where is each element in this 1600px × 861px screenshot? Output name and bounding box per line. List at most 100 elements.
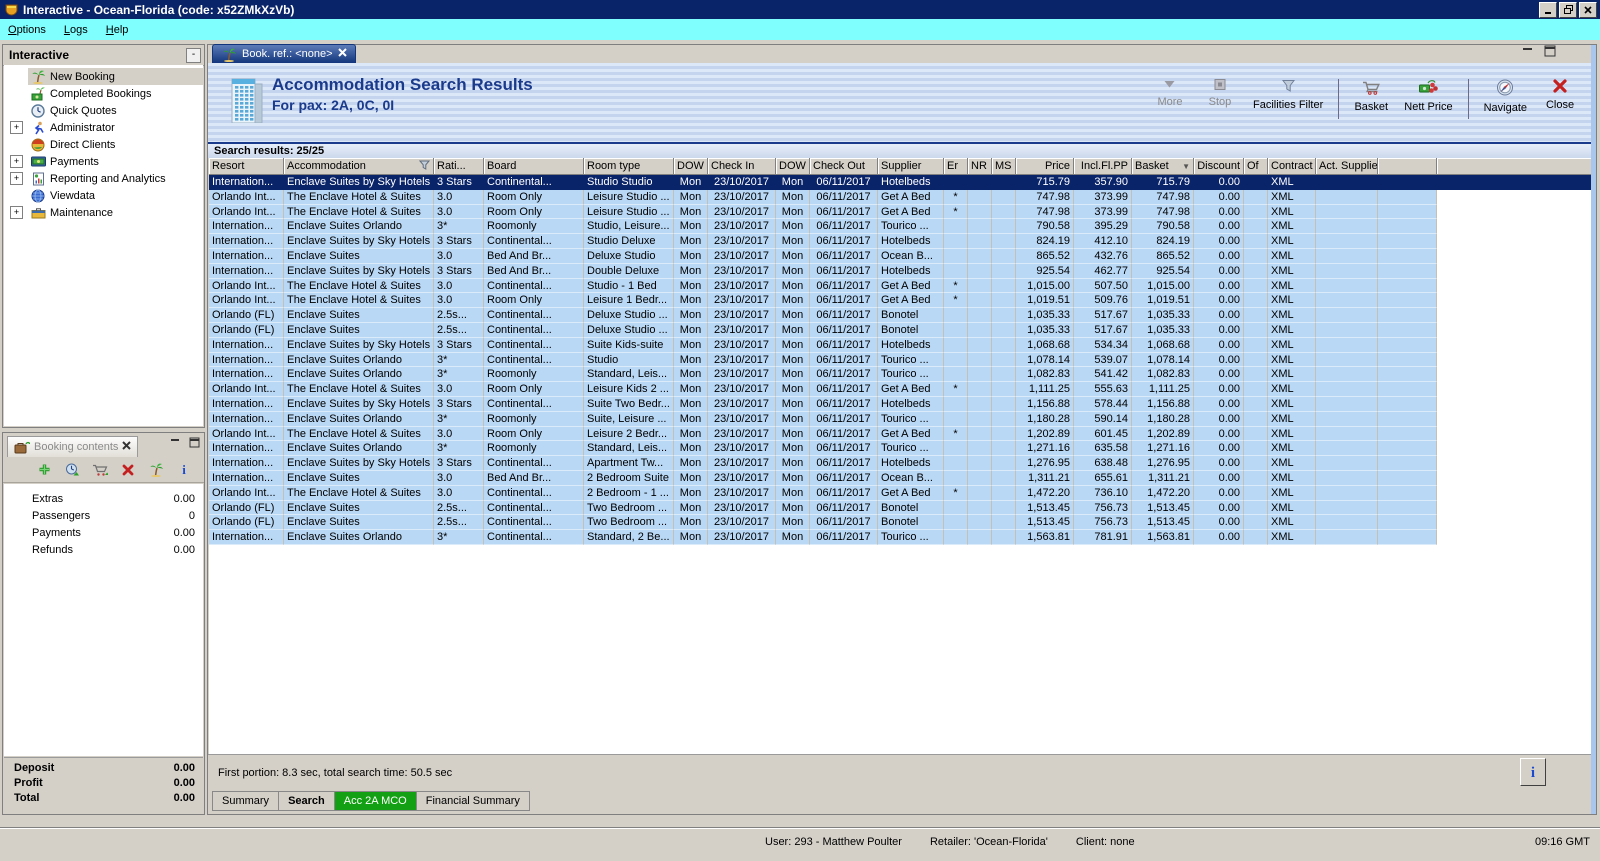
column-header-dow[interactable]: DOW (776, 158, 810, 175)
table-row[interactable]: Internation... Enclave Suites Orlando 3* Ro… (209, 367, 1592, 383)
tab-search[interactable]: Search (279, 791, 335, 811)
cell (1244, 456, 1268, 471)
sidebar-item-reporting-and-analytics[interactable]: + Reporting and Analytics (4, 170, 203, 187)
sidebar-item-quick-quotes[interactable]: Quick Quotes (4, 102, 203, 119)
table-row[interactable]: Orlando Int... The Enclave Hotel & Suites… (209, 426, 1592, 442)
table-row[interactable]: Internation... Enclave Suites by Sky Hote… (209, 337, 1592, 353)
close-button[interactable]: Close (1538, 77, 1582, 113)
basket-transfer-icon[interactable] (92, 462, 108, 477)
table-row[interactable]: Internation... Enclave Suites Orlando 3* Ro… (209, 219, 1592, 235)
expand-icon[interactable]: + (10, 206, 23, 219)
column-header-act-supplier[interactable]: Act. Supplier (1316, 158, 1378, 175)
tab-financial-summary[interactable]: Financial Summary (416, 791, 530, 811)
expand-icon[interactable]: + (10, 155, 23, 168)
tab-booking-contents[interactable]: Booking contents (7, 436, 139, 457)
refresh-icon[interactable] (64, 462, 80, 477)
minimize-icon[interactable] (1539, 1, 1557, 18)
column-header-basket[interactable]: Basket ▼ (1132, 158, 1194, 175)
sidebar-item-direct-clients[interactable]: Direct Clients (4, 136, 203, 153)
table-row[interactable]: Orlando Int... The Enclave Hotel & Suites… (209, 189, 1592, 205)
expand-icon[interactable]: + (10, 172, 23, 185)
column-header-dow[interactable]: DOW (674, 158, 708, 175)
delete-x-icon[interactable] (120, 462, 136, 477)
close-icon[interactable] (1579, 1, 1597, 18)
menu-item-logs[interactable]: Logs (64, 24, 88, 36)
panel-minimize-icon[interactable] (1522, 45, 1534, 60)
table-row[interactable]: Internation... Enclave Suites by Sky Hote… (209, 456, 1592, 471)
table-row[interactable]: Internation... Enclave Suites 3.0 Bed And B… (209, 470, 1592, 486)
close-tab-icon[interactable] (337, 48, 347, 60)
column-header-of[interactable]: Of (1244, 158, 1268, 175)
sidebar-item-maintenance[interactable]: + Maintenance (4, 204, 203, 221)
column-header-incl-fl-pp[interactable]: Incl.Fl.PP (1074, 158, 1132, 175)
info-button[interactable]: i (1520, 758, 1546, 786)
cell: The Enclave Hotel & Suites (284, 293, 434, 309)
cell (992, 500, 1016, 516)
cell: Internation... (209, 234, 284, 249)
table-row[interactable]: Internation... Enclave Suites Orlando 3* Co… (209, 530, 1592, 545)
table-row[interactable]: Orlando Int... The Enclave Hotel & Suites… (209, 485, 1592, 501)
column-header-supplier[interactable]: Supplier (878, 158, 944, 175)
column-header-contract[interactable]: Contract (1268, 158, 1316, 175)
tab-book-ref[interactable]: Book. ref.: <none> (212, 44, 356, 63)
column-header-price[interactable]: Price (1016, 158, 1074, 175)
panel-maximize-icon[interactable] (1544, 45, 1556, 60)
column-header-er[interactable]: Er (944, 158, 968, 175)
table-row[interactable]: Orlando Int... The Enclave Hotel & Suites… (209, 204, 1592, 220)
column-header-ms[interactable]: MS (992, 158, 1016, 175)
cell: 2.5s... (434, 322, 484, 338)
column-header-nr[interactable]: NR (968, 158, 992, 175)
table-row[interactable]: Internation... Enclave Suites Orlando 3* Ro… (209, 411, 1592, 427)
menu-item-options[interactable]: Options (8, 24, 46, 36)
panel-maximize-icon[interactable] (189, 437, 200, 451)
expand-icon[interactable]: + (10, 121, 23, 134)
table-row[interactable]: Internation... Enclave Suites 3.0 Bed And B… (209, 248, 1592, 264)
table-row[interactable]: Orlando Int... The Enclave Hotel & Suites… (209, 278, 1592, 294)
nett-price-button[interactable]: Nett Price (1399, 77, 1457, 115)
table-row[interactable]: Internation... Enclave Suites by Sky Hote… (209, 263, 1592, 279)
table-row[interactable]: Orlando (FL) Enclave Suites 2.5s... Contine… (209, 322, 1592, 338)
facilities-filter-button[interactable]: Facilities Filter (1248, 77, 1328, 113)
table-row[interactable]: Internation... Enclave Suites by Sky Hote… (209, 234, 1592, 249)
table-row[interactable]: Internation... Enclave Suites Orlando 3* Ro… (209, 441, 1592, 457)
row-filler (1437, 219, 1592, 235)
table-row[interactable]: Orlando Int... The Enclave Hotel & Suites… (209, 293, 1592, 309)
table-row[interactable]: Orlando (FL) Enclave Suites 2.5s... Contine… (209, 308, 1592, 323)
table-row[interactable]: Internation... Enclave Suites Orlando 3* Co… (209, 352, 1592, 368)
cell (992, 470, 1016, 486)
collapse-panel-icon[interactable]: - (186, 47, 201, 63)
column-header-check-out[interactable]: Check Out (810, 158, 878, 175)
table-row[interactable]: Internation... Enclave Suites by Sky Hote… (209, 175, 1592, 190)
sidebar-item-completed-bookings[interactable]: Completed Bookings (4, 85, 203, 102)
column-header-accommodation[interactable]: Accommodation (284, 158, 434, 175)
table-row[interactable]: Internation... Enclave Suites by Sky Hote… (209, 396, 1592, 412)
table-row[interactable]: Orlando Int... The Enclave Hotel & Suites… (209, 382, 1592, 397)
column-header-check-in[interactable]: Check In (708, 158, 776, 175)
filter-funnel-icon[interactable] (418, 160, 431, 173)
basket-button[interactable]: Basket (1349, 77, 1393, 115)
tab-acc-2a-mco[interactable]: Acc 2A MCO (334, 791, 417, 811)
sidebar-item-new-booking[interactable]: New Booking (4, 68, 203, 85)
plus-icon[interactable] (36, 462, 52, 477)
panel-minimize-icon[interactable] (170, 437, 181, 451)
table-row[interactable]: Orlando (FL) Enclave Suites 2.5s... Contine… (209, 500, 1592, 516)
column-header-board[interactable]: Board (484, 158, 584, 175)
sidebar-item-administrator[interactable]: + Administrator (4, 119, 203, 136)
panel-right-scroll-strip[interactable] (1591, 45, 1596, 814)
column-header-room-type[interactable]: Room type (584, 158, 674, 175)
column-header-rati-[interactable]: Rati... (434, 158, 484, 175)
restore-icon[interactable] (1559, 1, 1577, 18)
navigate-button[interactable]: Navigate (1479, 77, 1532, 116)
cell: * (944, 426, 968, 442)
sidebar-item-payments[interactable]: + Payments (4, 153, 203, 170)
column-header-discount[interactable]: Discount (1194, 158, 1244, 175)
close-tab-icon[interactable] (122, 441, 132, 453)
info-icon[interactable]: i (176, 462, 192, 477)
cell: * (944, 204, 968, 220)
column-header-resort[interactable]: Resort (209, 158, 284, 175)
palm-icon[interactable] (148, 462, 164, 477)
menu-item-help[interactable]: Help (106, 24, 129, 36)
table-row[interactable]: Orlando (FL) Enclave Suites 2.5s... Contine… (209, 515, 1592, 531)
sidebar-item-viewdata[interactable]: Viewdata (4, 187, 203, 204)
tab-summary[interactable]: Summary (212, 791, 280, 811)
